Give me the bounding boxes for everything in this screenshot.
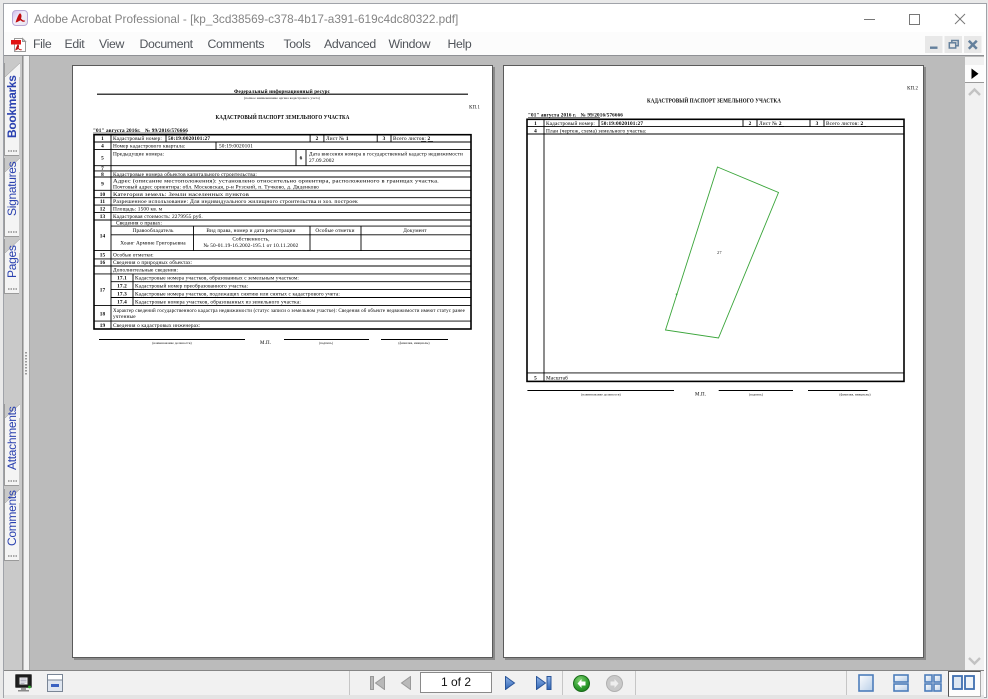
svg-text:Сведения о природных объектах:: Сведения о природных объектах: (113, 259, 193, 266)
svg-text:5: 5 (101, 156, 104, 162)
svg-text:27.09.2002: 27.09.2002 (309, 158, 335, 164)
svg-text:(подпись): (подпись) (319, 341, 333, 345)
svg-text:Собственность,: Собственность, (232, 236, 269, 243)
svg-text:Кадастровые номера объектов ка: Кадастровые номера объектов капитального… (113, 171, 257, 178)
svg-text:Категория земель: Земли населе: Категория земель: Земли населенных пункт… (113, 192, 249, 198)
svg-text:8: 8 (101, 172, 104, 178)
svg-text:Вид права, номер и дата регист: Вид права, номер и дата регистрации (206, 228, 295, 234)
svg-text:Правообладатель: Правообладатель (132, 227, 173, 234)
svg-text:13: 13 (100, 214, 106, 220)
svg-text:Особые отметки: Особые отметки (315, 227, 354, 234)
svg-text:2: 2 (316, 136, 319, 142)
svg-text:17.3: 17.3 (117, 291, 127, 297)
svg-text:17.2: 17.2 (117, 284, 127, 290)
svg-text:1: 1 (101, 136, 104, 142)
svg-text:14: 14 (100, 234, 106, 240)
svg-text:Масштаб: Масштаб (546, 374, 568, 381)
svg-text:Кадастровый номер:: Кадастровый номер: (546, 120, 595, 127)
svg-text:(фамилия, инициалы): (фамилия, инициалы) (398, 341, 429, 346)
svg-text:50:19:0020101:27: 50:19:0020101:27 (168, 136, 210, 142)
svg-text:КАДАСТРОВЫЙ ПАСПОРТ ЗЕМЕЛЬНОГО: КАДАСТРОВЫЙ ПАСПОРТ ЗЕМЕЛЬНОГО УЧАСТКА (216, 113, 351, 121)
svg-text:Особые отметки:: Особые отметки: (113, 252, 154, 259)
svg-text:(фамилия, инициалы): (фамилия, инициалы) (839, 393, 870, 398)
svg-text:3: 3 (383, 136, 386, 142)
svg-text:9: 9 (101, 182, 104, 188)
svg-text:5: 5 (534, 375, 537, 381)
svg-text:Кадастровые номера участков, о: Кадастровые номера участков, образованны… (135, 275, 299, 282)
svg-text:1: 1 (534, 121, 537, 127)
svg-text:19: 19 (100, 323, 106, 329)
svg-text:Дата внесения номера в государ: Дата внесения номера в государственный к… (309, 151, 463, 158)
svg-text:27: 27 (717, 250, 722, 255)
svg-text:Кадастровый номер преобразован: Кадастровый номер преобразованного участ… (135, 283, 249, 290)
svg-text:Дополнительные сведения:: Дополнительные сведения: (113, 268, 178, 274)
svg-text:Кадастровые номера участков, п: Кадастровые номера участков, подлежащих … (135, 291, 340, 297)
svg-text:Хоанг Армине Григорьевна: Хоанг Армине Григорьевна (120, 241, 186, 247)
svg-text:(полное наименование органа ка: (полное наименование органа кадастрового… (244, 96, 320, 100)
svg-text:(подпись): (подпись) (749, 393, 763, 397)
svg-text:4: 4 (534, 128, 537, 134)
svg-text:М.П.: М.П. (695, 393, 706, 398)
svg-text:Всего листов: 2: Всего листов: 2 (826, 121, 863, 127)
svg-text:Кадастровый номер:: Кадастровый номер: (113, 135, 162, 142)
svg-text:План (чертеж, схема) земельног: План (чертеж, схема) земельного участка: (546, 127, 647, 134)
svg-text:Лист № 1: Лист № 1 (326, 136, 349, 142)
svg-text:11: 11 (100, 199, 106, 205)
svg-text:Кадастровые номера участков, о: Кадастровые номера участков, образованны… (135, 298, 301, 305)
svg-text:Сведения о правах:: Сведения о правах: (116, 221, 163, 227)
svg-text:Площадь: 1500 кв. м: Площадь: 1500 кв. м (113, 207, 163, 213)
svg-text:Лист № 2: Лист № 2 (759, 121, 782, 127)
svg-text:(наименование должности): (наименование должности) (581, 393, 621, 397)
svg-text:4: 4 (101, 144, 104, 150)
svg-text:Адрес (описание местоположения: Адрес (описание местоположения): установ… (113, 177, 439, 184)
svg-text:17: 17 (100, 288, 106, 294)
svg-text:2: 2 (749, 121, 752, 127)
svg-text:12: 12 (100, 207, 106, 213)
svg-text:Предыдущие номера:: Предыдущие номера: (113, 152, 165, 158)
svg-text:Почтовый адрес ориентира: обл.: Почтовый адрес ориентира: обл. Московска… (113, 184, 319, 191)
svg-text:Характер сведений государствен: Характер сведений государственного кадас… (113, 307, 465, 314)
svg-text:17.4: 17.4 (117, 299, 127, 305)
svg-text:Сведения о кадастровых инженер: Сведения о кадастровых инженерах: (113, 323, 201, 329)
svg-text:6: 6 (300, 156, 303, 162)
svg-text:50:19:0020101:27: 50:19:0020101:27 (601, 121, 643, 127)
svg-text:17.1: 17.1 (117, 276, 127, 282)
svg-text:15: 15 (100, 253, 106, 259)
svg-text:КП.1: КП.1 (469, 106, 480, 111)
svg-text:Всего листов: 2: Всего листов: 2 (393, 136, 430, 142)
svg-text:(наименование должности): (наименование должности) (152, 341, 192, 345)
svg-text:18: 18 (100, 312, 106, 318)
svg-text:3: 3 (816, 121, 819, 127)
svg-text:М.П.: М.П. (260, 341, 271, 346)
svg-text:Разрешенное использование: Для: Разрешенное использование: Для индивидуа… (113, 199, 358, 205)
svg-text:КАДАСТРОВЫЙ ПАСПОРТ ЗЕМЕЛЬНОГО: КАДАСТРОВЫЙ ПАСПОРТ ЗЕМЕЛЬНОГО УЧАСТКА (647, 96, 782, 104)
svg-text:Номер кадастрового квартала:: Номер кадастрового квартала: (113, 144, 186, 150)
svg-text:Документ: Документ (403, 228, 427, 234)
svg-text:Кадастровая стоимость: 2279955: Кадастровая стоимость: 2279955 руб. (113, 213, 203, 220)
svg-text:16: 16 (100, 260, 106, 266)
svg-text:КП.2: КП.2 (907, 87, 918, 92)
svg-text:№ 50-01.19-16.2002-195.1 от 10: № 50-01.19-16.2002-195.1 от 10.11.2002 (204, 243, 299, 249)
svg-text:50:19:0020101: 50:19:0020101 (219, 144, 253, 150)
svg-text:учтенные: учтенные (113, 314, 136, 320)
svg-text:10: 10 (100, 192, 106, 198)
